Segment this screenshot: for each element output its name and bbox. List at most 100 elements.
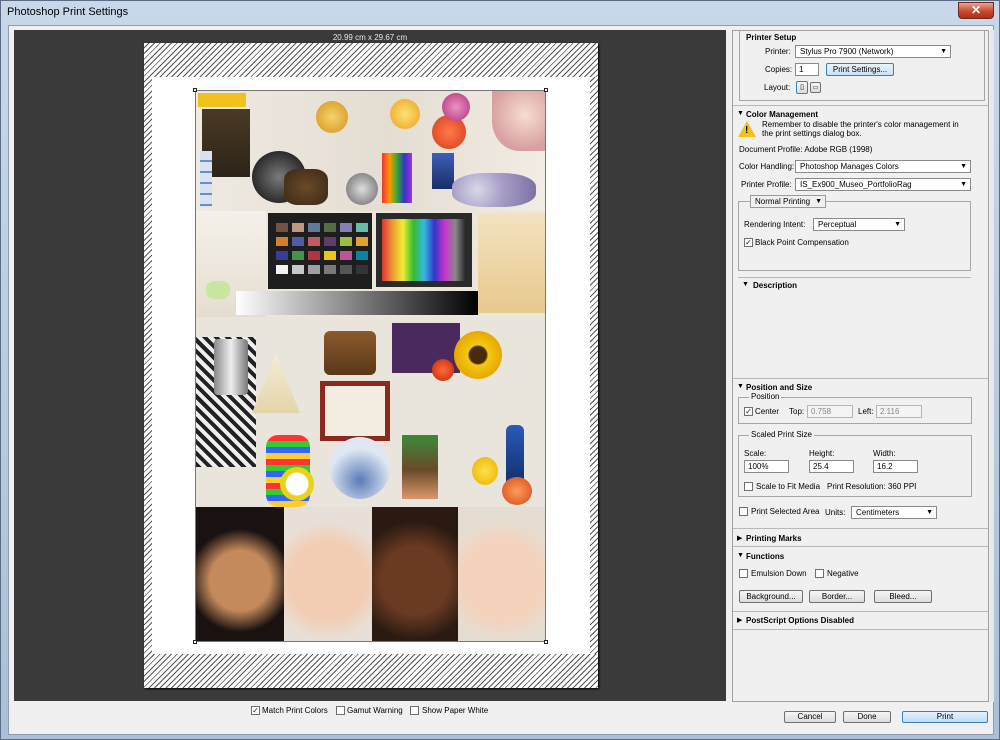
chevron-down-icon: ▼ (926, 509, 933, 516)
third-shelf (196, 317, 545, 507)
match-print-colors-label: Match Print Colors (262, 706, 328, 715)
chevron-down-icon: ▼ (960, 181, 967, 188)
print-selected-area-checkbox[interactable] (739, 507, 748, 516)
border-button[interactable]: Border... (809, 590, 865, 603)
soap-green (206, 281, 230, 299)
it8-target (376, 213, 472, 287)
resize-handle-br[interactable] (544, 640, 548, 644)
collapse-triangle-icon[interactable]: ▼ (737, 383, 744, 390)
scale-label: Scale: (744, 449, 767, 458)
landscape-layout-icon[interactable]: ▭ (810, 82, 821, 93)
match-print-colors-checkbox[interactable]: ✓ (251, 706, 260, 715)
collapse-triangle-icon[interactable]: ▼ (737, 552, 744, 559)
center-checkbox[interactable]: ✓ (744, 407, 753, 416)
bleed-button[interactable]: Bleed... (874, 590, 932, 603)
gold-gear (316, 101, 348, 133)
printing-mode-select[interactable]: Normal Printing ▼ (750, 195, 826, 208)
portrait-woman (196, 507, 284, 641)
top-label: Top: (789, 407, 805, 416)
close-button[interactable]: ✕ (958, 2, 994, 19)
portrait-layout-icon[interactable]: ▯ (796, 81, 808, 94)
metal-spheres (346, 173, 378, 205)
title-bar[interactable]: Photoshop Print Settings ✕ (1, 1, 999, 25)
blue-vase (432, 153, 454, 189)
done-button[interactable]: Done (843, 711, 891, 723)
paper-page (144, 43, 598, 688)
background-button[interactable]: Background... (739, 590, 803, 603)
paper-size-label: 20.99 cm x 29.67 cm (332, 33, 408, 42)
warning-icon: ! (738, 121, 756, 137)
print-button[interactable]: Print (902, 711, 988, 723)
resize-handle-tr[interactable] (544, 88, 548, 92)
rendering-intent-select[interactable]: Perceptual ▼ (813, 218, 905, 231)
expand-triangle-icon[interactable]: ▶ (737, 616, 742, 624)
top-shelf (196, 91, 545, 211)
resize-handle-tl[interactable] (193, 88, 197, 92)
scale-input[interactable]: 100% (744, 460, 789, 473)
width-label: Width: (873, 449, 896, 458)
wooden-toy (284, 169, 328, 205)
width-input[interactable]: 16.2 (873, 460, 918, 473)
portrait-baby-1 (284, 507, 372, 641)
scale-to-fit-label: Scale to Fit Media (756, 482, 821, 491)
color-handling-value: Photoshop Manages Colors (800, 162, 899, 171)
color-handling-select[interactable]: Photoshop Manages Colors ▼ (795, 160, 971, 173)
margin-hatch-top (144, 43, 598, 77)
margin-hatch-right (590, 77, 598, 654)
postscript-title: PostScript Options Disabled (746, 616, 855, 625)
collapse-triangle-icon[interactable]: ▼ (737, 110, 744, 117)
fishbowl (330, 437, 390, 499)
printer-profile-select[interactable]: IS_Ex900_Museo_PortfolioRag ▼ (795, 178, 971, 191)
negative-checkbox[interactable] (815, 569, 824, 578)
printing-mode-group (738, 201, 971, 271)
printing-mode-value: Normal Printing (755, 197, 811, 206)
resize-handle-bl[interactable] (193, 640, 197, 644)
copies-label: Copies: (765, 65, 793, 74)
units-select[interactable]: Centimeters ▼ (851, 506, 937, 519)
emulsion-down-label: Emulsion Down (751, 569, 807, 578)
panel-scrollbar[interactable] (990, 30, 994, 702)
alarm-clock (280, 467, 314, 501)
chevron-down-icon: ▼ (940, 48, 947, 55)
printer-select[interactable]: Stylus Pro 7900 (Network) ▼ (795, 45, 951, 58)
dialog-window: Photoshop Print Settings ✕ 20.99 cm x 29… (0, 0, 1000, 740)
functions-title: Functions (746, 552, 785, 561)
printing-marks-title: Printing Marks (746, 534, 802, 543)
divider (733, 546, 988, 547)
flower-yellow (390, 99, 420, 129)
printer-profile-value: IS_Ex900_Museo_PortfolioRag (800, 180, 912, 189)
potted-plant (402, 435, 438, 499)
leather-bag (324, 331, 376, 375)
top-input[interactable]: 0.758 (807, 405, 853, 418)
color-checker-chart (268, 213, 372, 289)
second-shelf (196, 211, 545, 317)
apple (432, 359, 454, 381)
expand-triangle-icon[interactable]: ▶ (737, 534, 742, 542)
portrait-baby-3 (458, 507, 545, 641)
layout-label: Layout: (764, 83, 791, 92)
show-paper-white-checkbox[interactable] (410, 706, 419, 715)
description-title: Description (753, 281, 798, 290)
fan (252, 353, 300, 413)
grayscale-strip (236, 291, 478, 315)
collapse-triangle-icon[interactable]: ▼ (742, 281, 749, 288)
divider (733, 611, 988, 612)
cancel-button[interactable]: Cancel (784, 711, 836, 723)
black-point-checkbox[interactable]: ✓ (744, 238, 753, 247)
cd-discs (452, 173, 536, 207)
copies-input[interactable]: 1 (795, 63, 819, 76)
printer-label: Printer: (765, 47, 791, 56)
height-input[interactable]: 25.4 (809, 460, 854, 473)
print-settings-button[interactable]: Print Settings... (826, 63, 894, 76)
lemon (472, 457, 498, 485)
emulsion-down-checkbox[interactable] (739, 569, 748, 578)
rendering-intent-value: Perceptual (818, 220, 857, 229)
dialog-client: 20.99 cm x 29.67 cm ✓ Match Print Colors… (8, 25, 994, 735)
gamut-warning-checkbox[interactable] (336, 706, 345, 715)
center-label: Center (755, 407, 780, 416)
portrait-row (196, 507, 545, 641)
flower-pink (442, 93, 470, 121)
scale-to-fit-checkbox[interactable] (744, 482, 753, 491)
print-image[interactable] (195, 90, 546, 642)
left-input[interactable]: 2.116 (876, 405, 922, 418)
